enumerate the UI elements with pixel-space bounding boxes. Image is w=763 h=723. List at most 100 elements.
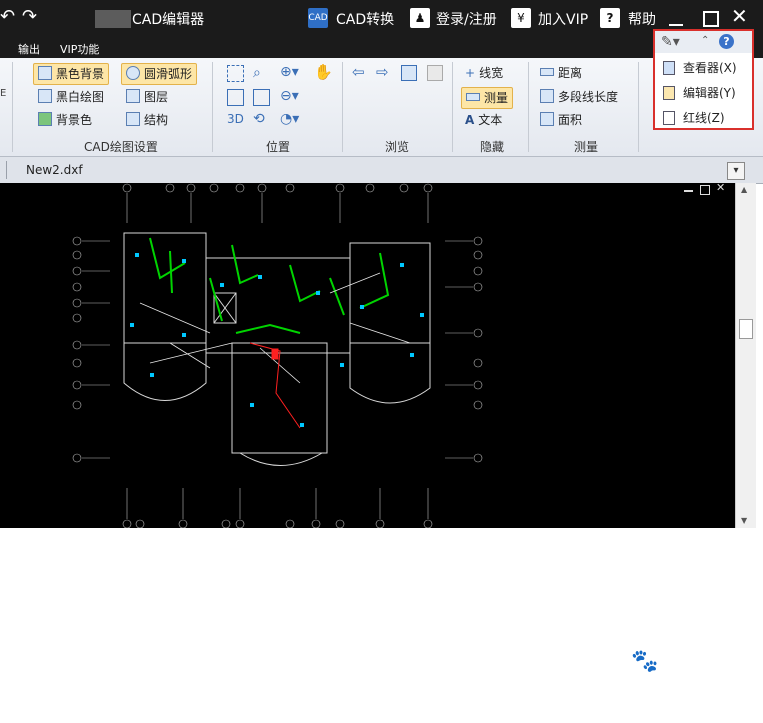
paw-icon: 🐾 — [631, 649, 659, 674]
area-button[interactable]: 面积 — [540, 110, 582, 130]
join-vip-button[interactable]: 加入VIP — [538, 9, 588, 29]
editor-icon — [663, 86, 675, 100]
ribbon-separator — [212, 62, 213, 152]
watermark-brand-du: du — [658, 645, 696, 675]
minimize-icon[interactable] — [669, 24, 683, 26]
line-width-button[interactable]: + 线宽 — [465, 63, 503, 83]
layers-icon — [126, 89, 140, 103]
distance-button[interactable]: 距离 — [540, 63, 582, 83]
cad-convert-button[interactable]: CAD转换 — [336, 9, 394, 29]
measure-toggle-label: 测量 — [484, 91, 509, 105]
text-button[interactable]: A 文本 — [465, 110, 502, 130]
zoom-fit-icon[interactable] — [227, 89, 244, 106]
smooth-arc-button[interactable]: 圆滑弧形 — [121, 63, 198, 85]
editor-label: 编辑器(Y) — [683, 86, 736, 100]
group-label-position: 位置 — [266, 140, 291, 154]
ribbon-separator — [528, 62, 529, 152]
background-color-button[interactable]: 背景色 — [38, 110, 92, 130]
scrollbar-thumb[interactable] — [739, 319, 753, 339]
ribbon-left-fragment: E — [0, 88, 7, 99]
tab-list-chevron-icon[interactable]: ▾ — [727, 162, 745, 180]
menu-item-viewer[interactable]: 查看器(X) — [663, 57, 737, 79]
layers-button[interactable]: 图层 — [126, 87, 168, 107]
black-background-button[interactable]: 黑色背景 — [33, 63, 110, 85]
document-tab-bar: New2.dxf ▾ — [0, 157, 763, 184]
black-white-label: 黑白绘图 — [56, 90, 105, 104]
stop-icon[interactable] — [427, 65, 443, 81]
collapse-ribbon-icon[interactable]: ⌃ — [701, 35, 709, 46]
text-label: 文本 — [478, 113, 503, 127]
cad-convert-icon[interactable]: CAD — [308, 8, 328, 28]
zoom-out-icon[interactable]: ⊖▾ — [280, 88, 299, 104]
group-label-cad-settings: CAD绘图设置 — [84, 140, 158, 154]
group-label-browse: 浏览 — [385, 140, 410, 154]
viewer-icon — [663, 61, 675, 75]
zoom-in-icon[interactable]: ⊕▾ — [280, 64, 299, 80]
yen-icon[interactable]: ¥ — [511, 8, 531, 28]
layers-label: 图层 — [144, 90, 169, 104]
login-button[interactable]: 登录/注册 — [436, 9, 497, 29]
dropdown-header: ✎▾ ⌃ ? — [655, 31, 752, 53]
polyline-length-button[interactable]: 多段线长度 — [540, 87, 618, 107]
redo-icon[interactable]: ↷ — [22, 6, 37, 27]
black-white-drawing-button[interactable]: 黑白绘图 — [38, 87, 104, 107]
redline-icon — [663, 111, 675, 125]
close-icon[interactable]: ✕ — [731, 4, 748, 28]
redline-label: 红线(Z) — [683, 111, 725, 125]
distance-icon — [540, 68, 554, 76]
orbit-icon[interactable]: ◔▾ — [280, 111, 299, 127]
background-color-icon — [38, 112, 52, 126]
polyline-length-label: 多段线长度 — [558, 90, 619, 104]
measure-toggle-button[interactable]: 测量 — [461, 87, 514, 109]
user-icon[interactable]: ♟ — [410, 8, 430, 28]
ribbon-separator — [638, 62, 639, 152]
zoom-previous-icon[interactable]: ⟲ — [253, 111, 265, 127]
maximize-icon[interactable] — [703, 11, 719, 27]
plus-icon: + — [465, 66, 476, 80]
black-background-label: 黑色背景 — [56, 67, 105, 81]
help-button[interactable]: 帮助 — [628, 9, 656, 29]
ribbon-separator — [12, 62, 13, 152]
undo-icon[interactable]: ↶ — [0, 6, 15, 27]
edit-mode-icon[interactable]: ✎▾ — [661, 34, 680, 50]
watermark-brand: Bai — [585, 645, 632, 675]
drawing-canvas[interactable]: ✕ Bai🐾du经验 jingyan.baidu.com — [0, 181, 735, 723]
title-bar: ↶ ↷ CAD编辑器 CAD CAD转换 ♟ 登录/注册 ¥ 加入VIP ? 帮… — [0, 0, 763, 38]
menu-item-redline[interactable]: 红线(Z) — [663, 107, 725, 129]
scroll-up-arrow-icon[interactable]: ▲ — [741, 185, 747, 194]
vertical-scrollbar[interactable]: ▲ ▼ — [735, 183, 756, 528]
app-logo-icon — [95, 10, 131, 28]
structure-label: 结构 — [144, 113, 169, 127]
viewer-label: 查看器(X) — [683, 61, 737, 75]
area-label: 面积 — [558, 113, 583, 127]
zoom-extents-icon[interactable] — [253, 89, 270, 106]
help-question-icon[interactable]: ? — [600, 8, 620, 28]
arrow-right-icon[interactable]: ⇨ — [376, 63, 389, 81]
menu-vip-features[interactable]: VIP功能 — [60, 41, 99, 57]
document-tab[interactable]: New2.dxf — [26, 163, 83, 177]
zoom-search-icon[interactable]: ⌕ — [253, 65, 261, 81]
group-label-hide: 隐藏 — [480, 140, 505, 154]
open-file-icon[interactable] — [401, 65, 417, 81]
black-white-icon — [38, 89, 52, 103]
measure-ruler-icon — [466, 93, 480, 101]
baidu-watermark: Bai🐾du经验 jingyan.baidu.com — [585, 643, 735, 723]
rotate-3d-icon[interactable]: 3D — [227, 112, 244, 126]
structure-button[interactable]: 结构 — [126, 110, 168, 130]
scroll-down-arrow-icon[interactable]: ▼ — [741, 516, 747, 525]
black-background-icon — [38, 66, 52, 80]
mode-switch-dropdown: ✎▾ ⌃ ? 查看器(X) 编辑器(Y) 红线(Z) — [653, 29, 754, 130]
text-a-icon: A — [465, 113, 475, 127]
ribbon-separator — [452, 62, 453, 152]
pan-hand-icon[interactable]: ✋ — [314, 63, 333, 81]
line-width-label: 线宽 — [479, 66, 504, 80]
zoom-window-icon[interactable] — [227, 65, 244, 82]
smooth-arc-icon — [126, 66, 140, 80]
menu-item-editor[interactable]: 编辑器(Y) — [663, 82, 736, 104]
arrow-left-icon[interactable]: ⇦ — [352, 63, 365, 81]
area-icon — [540, 112, 554, 126]
polyline-icon — [540, 89, 554, 103]
menu-output[interactable]: 输出 — [18, 41, 40, 57]
help-circle-icon[interactable]: ? — [719, 34, 734, 49]
background-color-label: 背景色 — [56, 113, 93, 127]
